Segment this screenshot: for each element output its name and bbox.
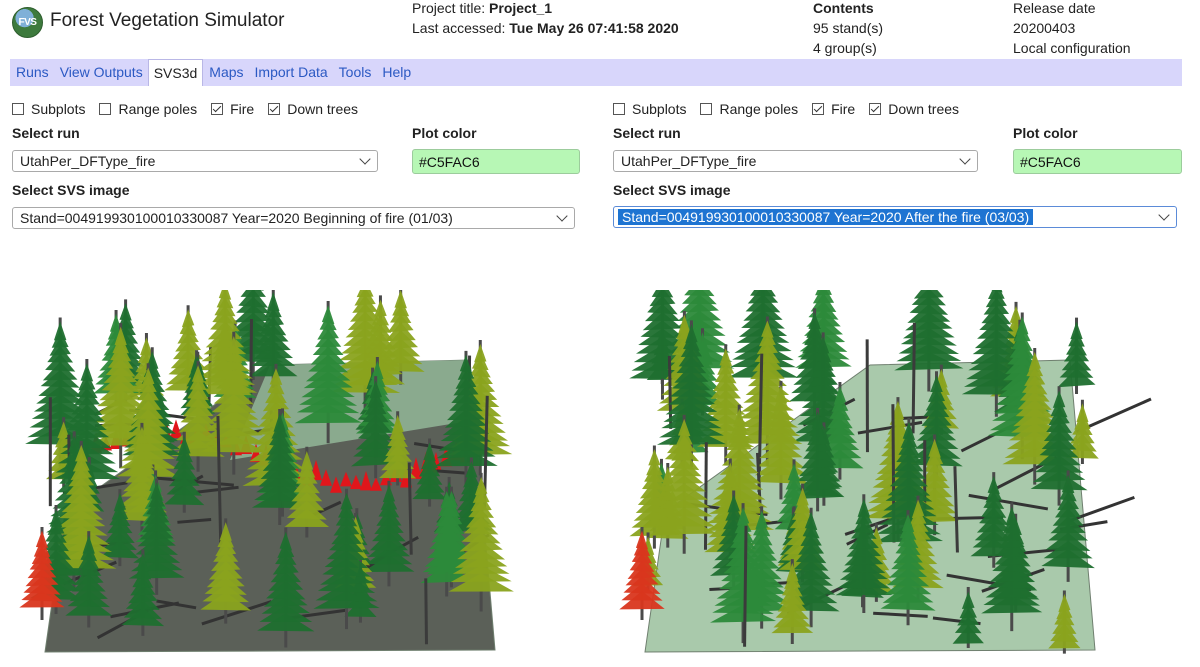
right-select-run-label: Select run [613,125,681,141]
menu-help[interactable]: Help [376,59,416,86]
right-run-select[interactable]: UtahPer_DFType_fire [613,150,978,172]
chevron-down-icon [1158,209,1169,220]
conifer-crown [988,290,1005,299]
conifer-crown [648,449,660,465]
left-range-poles-label: Range poles [118,101,197,117]
dead-tree-snag [426,578,427,644]
left-range-poles-option[interactable]: Range poles [99,101,197,117]
conifer-crown [1070,321,1082,339]
left-svs-value: Stand=004919930100010330087 Year=2020 Be… [20,210,453,226]
right-display-options: Subplots Range poles Fire Down trees [613,101,973,117]
conifer-crown [474,344,486,362]
last-accessed: Tue May 26 07:41:58 2020 [509,20,678,36]
conifer-crown [1076,403,1088,422]
left-plot-color-label: Plot color [412,125,477,141]
dead-tree-snag [409,463,411,555]
conifer-crown [322,305,335,324]
svs-stand-visualization-left[interactable] [0,290,600,667]
release-info: Release date 20200403 Local configuratio… [1013,0,1131,58]
left-plot-color-input[interactable]: #C5FAC6 [412,149,580,174]
conifer-crown [394,290,406,308]
left-subplots-option[interactable]: Subplots [12,101,85,117]
left-run-select[interactable]: UtahPer_DFType_fire [12,150,378,172]
project-title-label: Project title: [412,0,485,16]
left-down-trees-checkbox[interactable] [268,103,280,115]
fvs-logo-icon: FVS [12,7,43,38]
fire-flame [170,419,182,438]
conifer-crown [652,290,673,297]
left-svs-image-select[interactable]: Stand=004919930100010330087 Year=2020 Be… [12,207,575,229]
left-fire-checkbox[interactable] [211,103,223,115]
release-date-label: Release date [1013,0,1131,18]
conifer-crown [914,290,944,299]
left-down-trees-label: Down trees [287,101,358,117]
contents-label: Contents [813,0,874,16]
project-info: Project title: Project_1 Last accessed: … [412,0,679,38]
right-svs-value: Stand=004919930100010330087 Year=2020 Af… [618,209,1033,225]
left-select-run-label: Select run [12,125,80,141]
right-down-trees-option[interactable]: Down trees [869,101,959,117]
right-run-value: UtahPer_DFType_fire [621,153,756,169]
right-subplots-option[interactable]: Subplots [613,101,686,117]
right-svs-image-select[interactable]: Stand=004919930100010330087 Year=2020 Af… [613,206,1177,228]
right-down-trees-label: Down trees [888,101,959,117]
left-range-poles-checkbox[interactable] [99,103,111,115]
release-date: 20200403 [1013,18,1131,38]
menu-import-data[interactable]: Import Data [249,59,333,86]
left-subplots-checkbox[interactable] [12,103,24,115]
left-svs-image-label: Select SVS image [12,182,130,198]
conifer-crown [684,290,714,296]
dead-tree-snag [913,323,914,433]
right-subplots-label: Subplots [632,101,686,117]
conifer-crown [267,292,280,311]
right-plot-color-input[interactable]: #C5FAC6 [1013,149,1182,174]
chevron-down-icon [959,153,970,164]
svs-stand-visualization-right[interactable] [600,290,1200,667]
conifer-crown [36,531,48,548]
conifer-crown [374,300,387,317]
right-range-poles-checkbox[interactable] [700,103,712,115]
conifer-crown [81,363,94,381]
conifer-crown [54,322,66,341]
conifer-crown [750,290,776,297]
chevron-down-icon [359,153,370,164]
menu-runs[interactable]: Runs [10,59,54,86]
app-title: Forest Vegetation Simulator [50,10,284,32]
right-subplots-checkbox[interactable] [613,103,625,115]
stand-count: 95 stand(s) [813,18,883,38]
group-count: 4 group(s) [813,38,883,58]
conifer-crown [241,290,266,297]
conifer-crown [815,290,832,295]
right-range-poles-option[interactable]: Range poles [700,101,798,117]
chevron-down-icon [556,210,567,221]
right-fire-checkbox[interactable] [812,103,824,115]
configuration: Local configuration [1013,38,1131,58]
menu-svs3d[interactable]: SVS3d [148,59,204,86]
main-menu-bar: Runs View Outputs SVS3d Maps Import Data… [10,59,1182,86]
right-plot-color-label: Plot color [1013,125,1078,141]
project-title: Project_1 [489,0,552,16]
logo-text: FVS [19,17,37,28]
left-subplots-label: Subplots [31,101,85,117]
conifer-crown [182,309,194,327]
conifer-crown [219,290,231,300]
menu-tools[interactable]: Tools [333,59,377,86]
menu-maps[interactable]: Maps [203,59,248,86]
right-range-poles-label: Range poles [719,101,798,117]
conifer-crown [119,303,131,320]
right-down-trees-checkbox[interactable] [869,103,881,115]
left-fire-option[interactable]: Fire [211,101,254,117]
right-fire-option[interactable]: Fire [812,101,855,117]
left-fire-label: Fire [230,101,254,117]
right-svs-image-label: Select SVS image [613,182,731,198]
left-down-trees-option[interactable]: Down trees [268,101,358,117]
last-accessed-label: Last accessed: [412,20,505,36]
left-run-value: UtahPer_DFType_fire [20,153,155,169]
menu-view-outputs[interactable]: View Outputs [54,59,148,86]
dead-tree-snag [745,526,746,647]
contents-info: Contents 95 stand(s) 4 group(s) [813,0,883,58]
conifer-crown [357,290,374,297]
left-display-options: Subplots Range poles Fire Down trees [12,101,372,117]
right-fire-label: Fire [831,101,855,117]
